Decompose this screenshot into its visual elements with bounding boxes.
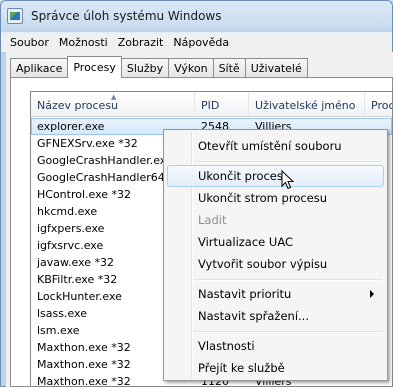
column-header-pid[interactable]: PID — [195, 92, 249, 117]
process-name: GoogleCrashHandler.exe — [37, 154, 173, 167]
column-headers: Název procesu ▲ PID Uživatelské jméno Pr… — [31, 92, 392, 117]
menu-separator — [194, 161, 382, 163]
tab-users[interactable]: Uživatelé — [244, 58, 308, 78]
process-name: igfxpers.exe — [37, 222, 105, 235]
menu-set-affinity[interactable]: Nastavit spřažení... — [167, 305, 384, 327]
process-name: lsass.exe — [37, 307, 87, 320]
process-name: KBFiltr.exe *32 — [37, 273, 118, 286]
tab-applications[interactable]: Aplikace — [10, 58, 69, 78]
tab-services[interactable]: Služby — [120, 58, 170, 78]
menu-file[interactable]: Soubor — [5, 36, 54, 49]
menu-view[interactable]: Zobrazit — [113, 36, 169, 49]
chevron-right-icon — [370, 290, 374, 298]
column-header-pid-label: PID — [201, 99, 220, 112]
menu-set-priority[interactable]: Nastavit prioritu — [167, 283, 384, 305]
process-name: HControl.exe *32 — [37, 188, 132, 201]
column-header-user-label: Uživatelské jméno — [255, 99, 356, 112]
column-header-cpu-label: Proce — [371, 99, 392, 112]
tab-performance[interactable]: Výkon — [168, 58, 214, 78]
menu-separator — [194, 331, 382, 333]
menu-end-process-tree[interactable]: Ukončit strom procesu — [167, 187, 384, 209]
process-name: Maxthon.exe *32 — [37, 341, 131, 354]
process-name: Maxthon.exe *32 — [37, 358, 131, 371]
process-name: GFNEXSrv.exe *32 — [37, 137, 138, 150]
menu-bar: Soubor Možnosti Zobrazit Nápověda — [1, 32, 392, 52]
menu-end-process[interactable]: Ukončit proces — [167, 165, 384, 187]
mouse-pointer-icon — [281, 170, 295, 190]
process-name: LockHunter.exe — [37, 290, 122, 303]
process-name: javaw.exe *32 — [37, 256, 115, 269]
window-title: Správce úloh systému Windows — [31, 9, 222, 23]
menu-options[interactable]: Možnosti — [54, 36, 113, 49]
process-name: hkcmd.exe — [37, 205, 98, 218]
menu-debug: Ladit — [198, 213, 227, 227]
sort-ascending-icon: ▲ — [111, 93, 117, 101]
process-name: Maxthon.exe *32 — [37, 375, 131, 387]
menu-uac-virtualization[interactable]: Virtualizace UAC — [167, 231, 384, 253]
column-header-name[interactable]: Název procesu ▲ — [31, 92, 195, 117]
context-menu: Otevřít umístění souboru Ukončit proces … — [163, 129, 388, 381]
menu-separator — [194, 279, 382, 281]
tab-processes[interactable]: Procesy — [67, 56, 122, 78]
column-header-user[interactable]: Uživatelské jméno — [249, 92, 365, 117]
menu-go-to-service[interactable]: Přejít ke službě — [167, 357, 384, 379]
menu-properties[interactable]: Vlastnosti — [167, 335, 384, 357]
menu-set-priority-label: Nastavit prioritu — [198, 287, 292, 301]
title-bar[interactable]: Správce úloh systému Windows — [1, 1, 392, 32]
menu-create-dump-file[interactable]: Vytvořit soubor výpisu — [167, 253, 384, 275]
column-header-cpu[interactable]: Proce — [365, 92, 392, 117]
menu-help[interactable]: Nápověda — [168, 36, 234, 49]
tab-networking[interactable]: Sítě — [212, 58, 246, 78]
tab-strip: Aplikace Procesy Služby Výkon Sítě Uživa… — [10, 56, 308, 78]
process-name: lsm.exe — [37, 324, 80, 337]
menu-open-file-location[interactable]: Otevřít umístění souboru — [167, 135, 384, 157]
process-name: igfxsrvc.exe — [37, 239, 104, 252]
column-header-name-label: Název procesu — [37, 99, 119, 112]
task-manager-icon — [7, 8, 23, 24]
process-name: explorer.exe — [37, 120, 105, 133]
